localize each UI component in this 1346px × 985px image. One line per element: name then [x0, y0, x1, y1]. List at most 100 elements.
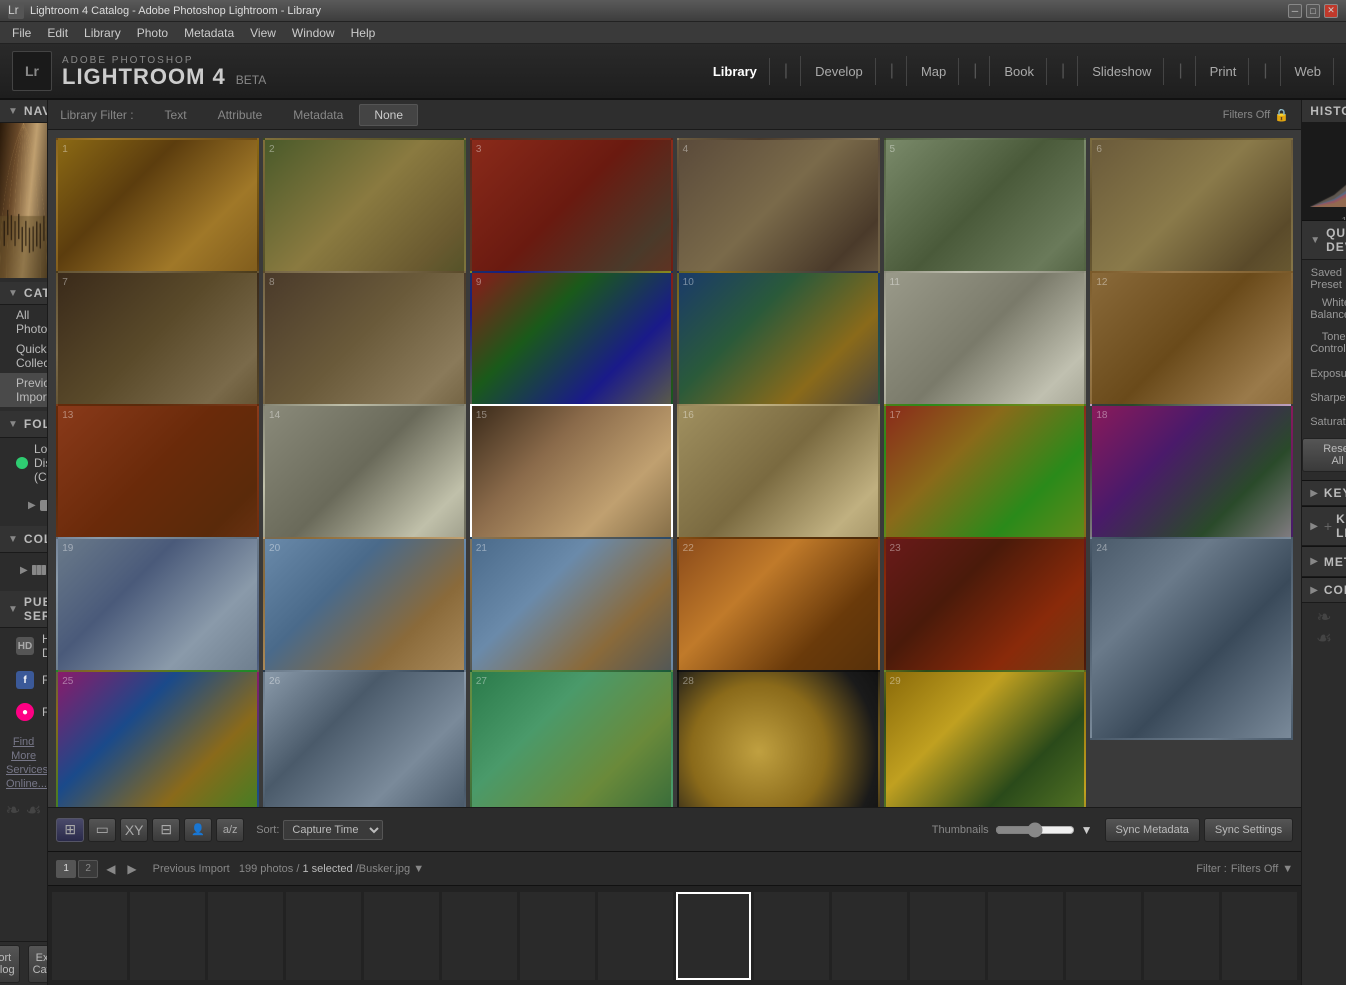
histogram-header[interactable]: Histogram ▼: [1302, 100, 1346, 123]
filter-attribute[interactable]: Attribute: [203, 104, 278, 126]
right-ornament: ❧ ☙: [1302, 603, 1346, 653]
filename: /Busker.jpg: [356, 863, 410, 875]
keyword-list-plus[interactable]: +: [1324, 518, 1332, 534]
smart-collections-item[interactable]: ▶ Smart Collections: [0, 553, 47, 587]
film-thumb-5[interactable]: [364, 892, 439, 980]
reset-all-button[interactable]: Reset All: [1302, 438, 1346, 472]
close-button[interactable]: ✕: [1324, 4, 1338, 18]
thumbnails-dropdown-icon[interactable]: ▼: [1081, 823, 1093, 837]
grid-view-button[interactable]: ⊞: [56, 818, 84, 842]
sync-metadata-button[interactable]: Sync Metadata: [1105, 818, 1200, 842]
folders-arrow: ▼: [8, 419, 18, 430]
publish-services-header[interactable]: ▼ Publish Services +: [0, 591, 47, 628]
tab-map[interactable]: Map: [909, 58, 959, 85]
catalog-previous-import[interactable]: Previous Import 199: [0, 373, 47, 407]
export-catalog-button[interactable]: Export Catalog: [28, 945, 49, 983]
tab-book[interactable]: Book: [992, 58, 1047, 85]
catalog-header[interactable]: ▼ Catalog: [0, 282, 47, 305]
film-thumb-15[interactable]: [1144, 892, 1219, 980]
menu-photo[interactable]: Photo: [129, 24, 176, 42]
photo-25[interactable]: 25: [56, 670, 259, 807]
saturation-row: Saturation « ‹ › »: [1302, 410, 1346, 434]
flickr-service[interactable]: ● Flickr Set Up...: [0, 696, 47, 728]
sort-direction-button[interactable]: a/z: [216, 818, 244, 842]
saved-preset-row: Saved Preset Default Settings: [1302, 264, 1346, 294]
tab-web[interactable]: Web: [1283, 58, 1335, 85]
filename-dropdown[interactable]: ▼: [413, 863, 424, 875]
menu-edit[interactable]: Edit: [39, 24, 76, 42]
film-thumb-2[interactable]: [130, 892, 205, 980]
maximize-button[interactable]: □: [1306, 4, 1320, 18]
photo-26[interactable]: 26: [263, 670, 466, 807]
film-thumb-11[interactable]: [832, 892, 907, 980]
histogram-label: Histogram: [1310, 104, 1346, 118]
thumbnails-label: Thumbnails: [932, 824, 989, 836]
tab-slideshow[interactable]: Slideshow: [1080, 58, 1164, 85]
tab-library[interactable]: Library: [701, 58, 770, 85]
filter-text[interactable]: Text: [150, 104, 202, 126]
people-view-button[interactable]: 👤: [184, 818, 212, 842]
nav-prev-icon[interactable]: ◀: [102, 862, 119, 876]
catalog-all-photographs[interactable]: All Photographs 199: [0, 305, 47, 339]
sync-settings-button[interactable]: Sync Settings: [1204, 818, 1293, 842]
page-2-button[interactable]: 2: [78, 860, 98, 878]
metadata-header[interactable]: ▶ Metadata Default ◀: [1302, 546, 1346, 577]
menu-window[interactable]: Window: [284, 24, 343, 42]
thumbnails-slider[interactable]: [995, 822, 1075, 838]
find-more-label[interactable]: Find More Services Online...: [6, 736, 48, 790]
menu-library[interactable]: Library: [76, 24, 129, 42]
loupe-view-button[interactable]: ▭: [88, 818, 116, 842]
catalog-quick-collection[interactable]: Quick Collection + 0: [0, 339, 47, 373]
facebook-service[interactable]: f Facebook Set Up...: [0, 664, 47, 696]
photo-24[interactable]: 24: [1090, 537, 1293, 740]
keywording-header[interactable]: ▶ Keywording ◀: [1302, 480, 1346, 506]
local-disk-item[interactable]: Local Disk (C:) 548 / 735 GB ▼: [0, 438, 47, 488]
film-thumb-7[interactable]: [520, 892, 595, 980]
photo-28[interactable]: 28: [677, 670, 880, 807]
keyword-list-header[interactable]: ▶ + Keyword List ◀: [1302, 506, 1346, 546]
filter-expand-icon[interactable]: ▼: [1282, 863, 1293, 875]
ornament-bottom: ❧ ☙: [0, 796, 47, 825]
slide-shows-folder[interactable]: ▶ Slide Shows 199: [0, 488, 47, 522]
folders-header[interactable]: ▼ Folders +: [0, 411, 47, 438]
page-1-button[interactable]: 1: [56, 860, 76, 878]
film-thumb-10[interactable]: [754, 892, 829, 980]
photo-29[interactable]: 29: [884, 670, 1087, 807]
menu-view[interactable]: View: [242, 24, 284, 42]
film-thumb-6[interactable]: [442, 892, 517, 980]
film-thumb-3[interactable]: [208, 892, 283, 980]
filter-none[interactable]: None: [359, 104, 418, 126]
nav-next-icon[interactable]: ▶: [123, 862, 140, 876]
collections-header[interactable]: ▼ Collections +: [0, 526, 47, 553]
film-thumb-1[interactable]: [52, 892, 127, 980]
film-thumb-8[interactable]: [598, 892, 673, 980]
film-thumb-9[interactable]: [676, 892, 751, 980]
tab-develop[interactable]: Develop: [803, 58, 876, 85]
exposure-label: Exposure: [1310, 368, 1346, 380]
navigator-header[interactable]: ▼ Navigator FIT FILL 1:1 3:1: [0, 100, 47, 123]
photo-grid: 1 2 3 4 5 6 7 8 9 10 11 12 13 14 15 16 1…: [48, 130, 1301, 807]
film-thumb-16[interactable]: [1222, 892, 1297, 980]
film-thumb-4[interactable]: [286, 892, 361, 980]
import-catalog-button[interactable]: Import Catalog: [0, 945, 20, 983]
menu-file[interactable]: File: [4, 24, 39, 42]
survey-view-button[interactable]: ⊟: [152, 818, 180, 842]
tab-print[interactable]: Print: [1198, 58, 1250, 85]
minimize-button[interactable]: ─: [1288, 4, 1302, 18]
find-more-services[interactable]: Find More Services Online...: [0, 728, 47, 796]
film-thumb-13[interactable]: [988, 892, 1063, 980]
photo-27[interactable]: 27: [470, 670, 673, 807]
metadata-label: Metadata: [1324, 555, 1346, 569]
filter-metadata[interactable]: Metadata: [278, 104, 358, 126]
film-thumb-12[interactable]: [910, 892, 985, 980]
menu-help[interactable]: Help: [343, 24, 384, 42]
sort-select[interactable]: Capture Time Added Order Edit Time Edit …: [283, 820, 383, 840]
quick-develop-header[interactable]: ▼ Quick Develop ◀: [1302, 220, 1346, 260]
comments-header[interactable]: ▶ Comments ◀: [1302, 577, 1346, 603]
film-thumb-14[interactable]: [1066, 892, 1141, 980]
filters-status: Filters Off 🔒: [1223, 108, 1289, 122]
hard-drive-service[interactable]: HD Hard Drive Set Up...: [0, 628, 47, 664]
compare-view-button[interactable]: XY: [120, 818, 148, 842]
menu-metadata[interactable]: Metadata: [176, 24, 242, 42]
smart-collections-icon: [32, 565, 46, 575]
